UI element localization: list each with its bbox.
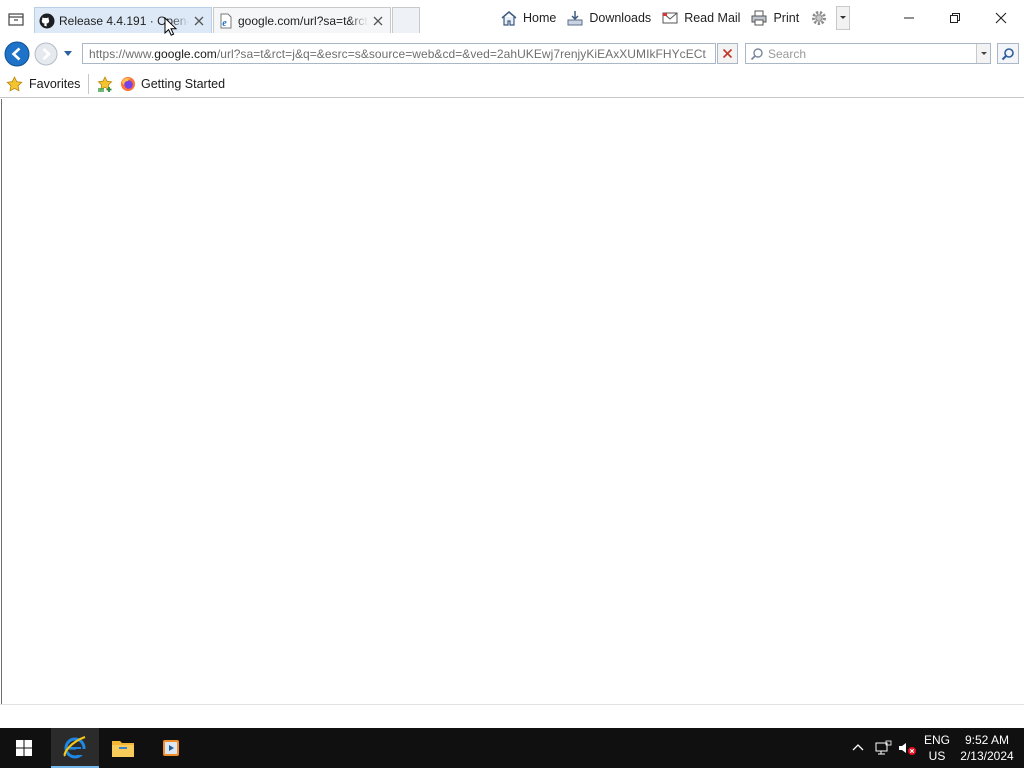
favorites-button[interactable]: Favorites bbox=[6, 74, 80, 94]
system-clock[interactable]: 9:52 AM 2/13/2024 bbox=[955, 732, 1019, 764]
add-favorite-icon bbox=[97, 76, 113, 92]
restore-icon bbox=[950, 13, 960, 23]
address-bar[interactable]: https://www.google.com/url?sa=t&rct=j&q=… bbox=[82, 43, 716, 64]
add-to-favorites-bar-button[interactable] bbox=[96, 75, 114, 93]
downloads-label: Downloads bbox=[589, 11, 652, 25]
favorites-label: Favorites bbox=[29, 77, 81, 91]
taskbar-file-explorer[interactable] bbox=[99, 728, 147, 768]
new-tab-button[interactable] bbox=[392, 7, 420, 33]
close-tab-icon[interactable] bbox=[372, 15, 384, 27]
forward-button[interactable] bbox=[33, 41, 59, 67]
firefox-icon bbox=[121, 77, 135, 91]
file-explorer-icon bbox=[112, 741, 134, 757]
command-bar: Home Downloads Read Mail Print bbox=[495, 6, 851, 30]
taskbar-media-player[interactable] bbox=[147, 728, 195, 768]
ie-page-icon: e bbox=[218, 13, 234, 29]
github-icon bbox=[39, 13, 55, 29]
address-url: https://www.google.com/url?sa=t&rct=j&q=… bbox=[89, 46, 706, 61]
search-icon bbox=[1001, 47, 1014, 60]
divider bbox=[88, 74, 89, 94]
tab-title: Release 4.4.191 · Open-Sh bbox=[59, 13, 189, 28]
search-icon bbox=[750, 47, 763, 60]
search-box[interactable] bbox=[745, 43, 991, 64]
stop-icon bbox=[722, 48, 733, 59]
downloads-icon bbox=[567, 11, 583, 26]
tab-title: google.com/url?sa=t&rct bbox=[238, 13, 368, 28]
taskbar: ENG US 9:52 AM 2/13/2024 bbox=[0, 728, 1024, 768]
back-button[interactable] bbox=[4, 41, 30, 67]
media-player-icon bbox=[163, 740, 179, 756]
home-label: Home bbox=[523, 11, 557, 25]
mail-icon bbox=[662, 12, 678, 24]
read-mail-label: Read Mail bbox=[684, 11, 741, 25]
downloads-button[interactable]: Downloads bbox=[561, 6, 656, 30]
read-mail-button[interactable]: Read Mail bbox=[656, 6, 745, 30]
search-dropdown-icon[interactable] bbox=[976, 44, 990, 63]
print-label: Print bbox=[773, 11, 800, 25]
minimize-icon bbox=[904, 17, 914, 19]
volume-muted-icon[interactable] bbox=[897, 740, 917, 756]
close-icon bbox=[995, 12, 1007, 24]
gear-icon bbox=[812, 11, 827, 25]
command-bar-chevron-icon[interactable] bbox=[836, 6, 851, 30]
favorite-item-getting-started[interactable]: Getting Started bbox=[120, 74, 225, 94]
star-icon bbox=[6, 76, 23, 92]
show-hidden-icons-chevron-icon[interactable] bbox=[850, 740, 866, 756]
favorites-bar: Favorites Getting Started bbox=[0, 70, 1024, 98]
navigation-bar: https://www.google.com/url?sa=t&rct=j&q=… bbox=[0, 38, 1024, 70]
internet-explorer-icon bbox=[63, 735, 86, 759]
history-dropdown-icon[interactable] bbox=[62, 48, 74, 58]
back-arrow-icon bbox=[4, 41, 30, 67]
input-language-indicator[interactable]: ENG US bbox=[919, 732, 955, 764]
close-tab-icon[interactable] bbox=[193, 15, 205, 27]
forward-arrow-icon bbox=[34, 42, 58, 66]
print-button[interactable]: Print bbox=[745, 6, 804, 30]
network-icon[interactable] bbox=[874, 740, 892, 756]
svg-text:e: e bbox=[222, 18, 227, 29]
start-button[interactable] bbox=[0, 728, 48, 768]
page-content-area[interactable] bbox=[1, 99, 1023, 704]
clock-time: 9:52 AM bbox=[964, 733, 1010, 747]
tab-release[interactable]: Release 4.4.191 · Open-Sh bbox=[34, 7, 212, 33]
close-window-button[interactable] bbox=[978, 0, 1024, 36]
taskbar-internet-explorer[interactable] bbox=[51, 728, 99, 768]
tab-google-redirect[interactable]: e google.com/url?sa=t&rct bbox=[213, 7, 391, 33]
minimize-button[interactable] bbox=[886, 0, 932, 36]
title-bar: Release 4.4.191 · Open-Sh e google.com/u… bbox=[0, 0, 1024, 38]
tab-list-icon[interactable] bbox=[6, 10, 26, 28]
clock-date: 2/13/2024 bbox=[960, 749, 1014, 763]
tools-button[interactable] bbox=[804, 6, 836, 30]
windows-start-icon bbox=[16, 740, 32, 756]
favorite-item-label: Getting Started bbox=[141, 77, 226, 91]
home-button[interactable]: Home bbox=[495, 6, 561, 30]
stop-button[interactable] bbox=[717, 43, 738, 64]
status-bar bbox=[0, 704, 1024, 728]
printer-icon bbox=[751, 10, 767, 26]
search-go-button[interactable] bbox=[997, 43, 1019, 64]
home-icon bbox=[501, 11, 517, 26]
restore-button[interactable] bbox=[932, 0, 978, 36]
search-input[interactable] bbox=[768, 46, 978, 61]
